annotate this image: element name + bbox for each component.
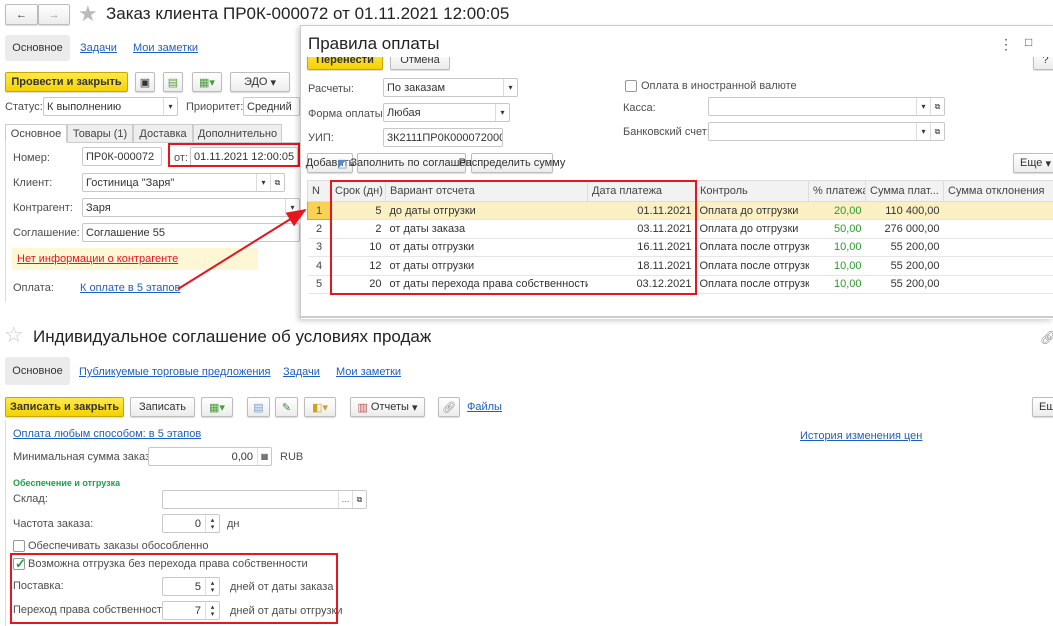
annotation-arrow <box>177 208 307 290</box>
